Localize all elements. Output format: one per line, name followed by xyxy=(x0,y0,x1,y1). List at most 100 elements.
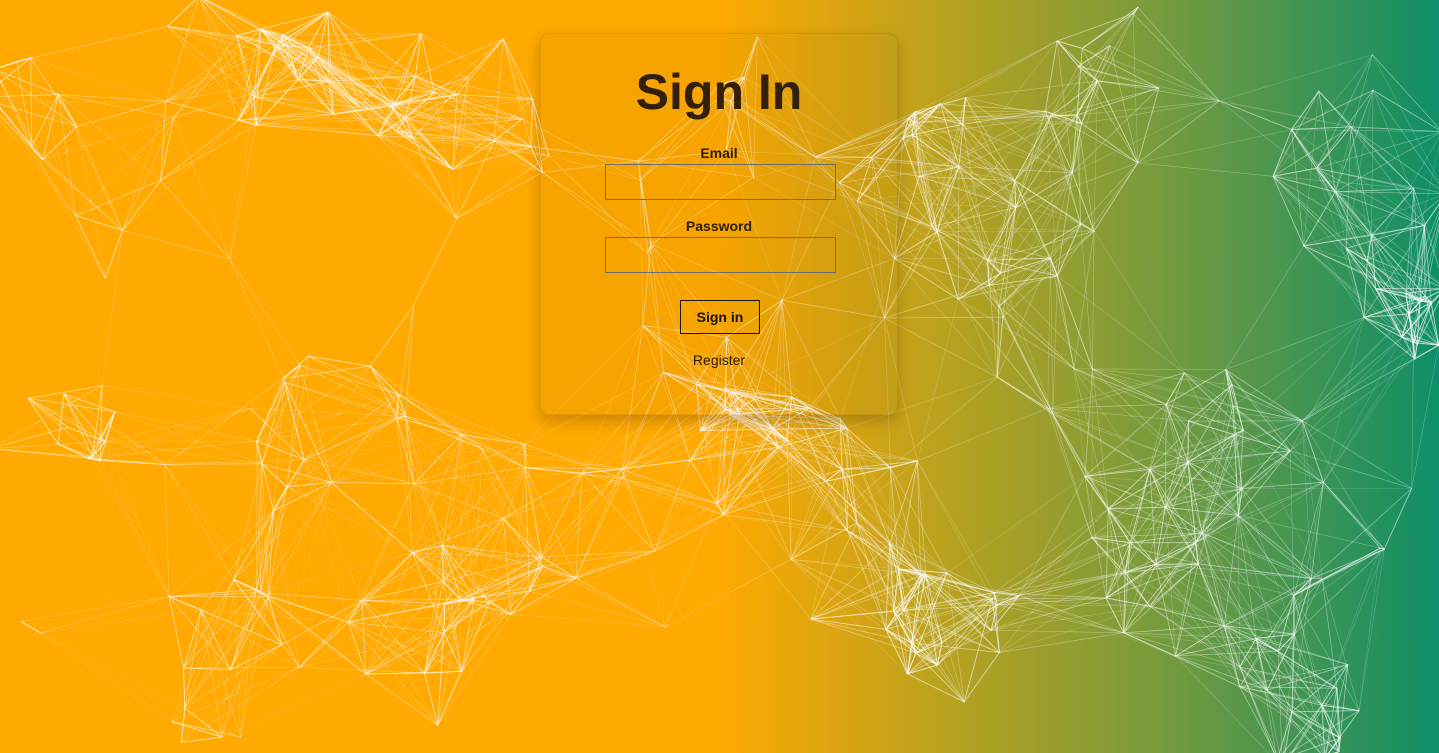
network-line xyxy=(396,304,415,419)
network-line xyxy=(361,580,444,601)
network-line xyxy=(164,464,170,597)
network-line xyxy=(183,667,232,671)
network-line xyxy=(308,355,399,395)
network-line xyxy=(936,230,1095,233)
network-line xyxy=(1291,126,1352,130)
network-line xyxy=(221,579,234,738)
network-line xyxy=(452,98,534,170)
network-line xyxy=(1201,532,1241,668)
network-line xyxy=(104,441,263,465)
network-line xyxy=(347,599,363,623)
network-line xyxy=(1093,230,1185,374)
network-line xyxy=(1137,100,1220,164)
network-line xyxy=(200,609,241,738)
network-line xyxy=(0,70,59,96)
network-line xyxy=(1310,548,1385,580)
network-line xyxy=(1197,405,1234,565)
network-line xyxy=(1294,482,1324,635)
network-line xyxy=(467,38,504,77)
network-line xyxy=(1047,407,1151,470)
network-line xyxy=(1290,450,1295,596)
network-line xyxy=(286,355,310,488)
network-line xyxy=(1290,317,1365,451)
network-line xyxy=(0,100,167,104)
password-label: Password xyxy=(685,218,753,234)
network-line xyxy=(723,514,848,532)
network-line xyxy=(0,61,18,68)
network-line xyxy=(493,38,504,141)
network-line xyxy=(160,180,231,260)
network-line xyxy=(1350,126,1425,226)
network-line xyxy=(0,79,33,148)
network-line xyxy=(30,57,78,127)
register-link[interactable]: Register xyxy=(541,352,897,368)
network-line xyxy=(1219,100,1336,193)
network-line xyxy=(1187,420,1190,463)
network-line xyxy=(1411,342,1414,489)
network-line xyxy=(1303,245,1432,303)
network-line xyxy=(996,597,1107,606)
network-line xyxy=(165,56,319,102)
network-line xyxy=(165,0,199,102)
network-line xyxy=(1123,632,1241,688)
network-line xyxy=(1272,129,1292,177)
network-line xyxy=(260,592,367,675)
network-line xyxy=(654,447,779,552)
network-line xyxy=(913,122,1082,124)
network-line xyxy=(42,126,78,161)
network-line xyxy=(180,736,223,743)
network-line xyxy=(940,40,1058,105)
network-line xyxy=(911,134,990,286)
network-line xyxy=(1239,578,1312,688)
network-line xyxy=(1237,515,1279,652)
network-line xyxy=(91,456,170,597)
network-line xyxy=(846,427,891,469)
network-line xyxy=(331,482,446,604)
network-line xyxy=(1002,316,1054,415)
network-line xyxy=(1073,368,1167,405)
password-input[interactable] xyxy=(605,237,836,273)
network-line xyxy=(76,126,123,231)
sign-in-button[interactable]: Sign in xyxy=(680,300,760,334)
network-line xyxy=(122,230,231,260)
network-line xyxy=(810,468,843,620)
network-line xyxy=(542,468,622,567)
network-line xyxy=(405,415,415,485)
network-line xyxy=(575,472,583,579)
network-line xyxy=(575,577,666,628)
network-line xyxy=(282,33,422,36)
network-line xyxy=(654,409,726,552)
network-line xyxy=(1301,336,1403,422)
network-line xyxy=(456,155,550,219)
network-line xyxy=(936,166,960,233)
network-line xyxy=(57,393,65,445)
network-line xyxy=(395,33,422,105)
network-line xyxy=(654,514,725,552)
network-line xyxy=(168,596,185,669)
network-line xyxy=(1201,532,1295,596)
network-line xyxy=(1291,710,1360,713)
network-line xyxy=(183,667,186,709)
network-line xyxy=(1219,54,1373,102)
email-input[interactable] xyxy=(605,164,836,200)
network-line xyxy=(530,98,534,148)
network-line xyxy=(273,510,300,668)
network-line xyxy=(575,468,622,579)
network-line xyxy=(1155,564,1241,687)
network-line xyxy=(581,468,623,474)
network-line xyxy=(1072,100,1220,173)
network-line xyxy=(303,393,399,461)
network-line xyxy=(1175,655,1268,691)
network-line xyxy=(1018,475,1086,596)
network-line xyxy=(1302,420,1323,580)
network-line xyxy=(40,632,186,709)
network-line xyxy=(884,285,990,319)
network-line xyxy=(996,604,1125,634)
network-line xyxy=(456,38,504,96)
network-line xyxy=(1372,54,1439,129)
network-line xyxy=(260,481,333,594)
network-line xyxy=(104,408,251,442)
network-line xyxy=(1077,65,1160,89)
network-line xyxy=(1000,272,1054,415)
network-line xyxy=(911,134,1016,181)
